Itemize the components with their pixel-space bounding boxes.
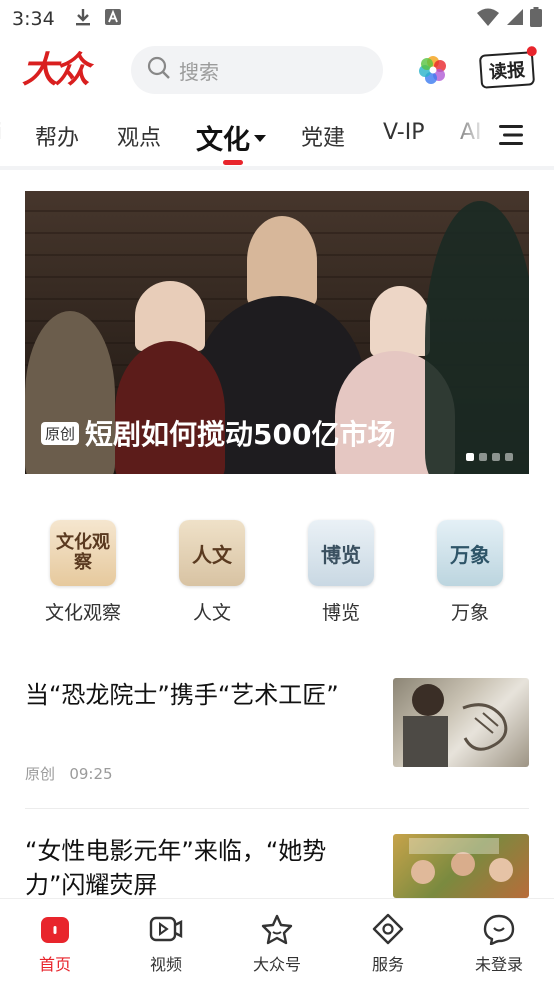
news-title: 当“恐龙院士”携手“艺术工匠” bbox=[25, 681, 339, 709]
original-badge: 原创 bbox=[41, 421, 80, 445]
nav-label: 视频 bbox=[149, 955, 182, 974]
news-title: “女性电影元年”来临，“她势力”闪耀荧屏 bbox=[25, 837, 327, 899]
tab-dangjian[interactable]: 党建 bbox=[301, 120, 345, 152]
figure-robe bbox=[115, 341, 225, 474]
tabs-fade bbox=[440, 108, 500, 164]
status-bar: 3:34 bbox=[0, 0, 554, 38]
nav-service[interactable]: 服务 bbox=[343, 913, 433, 975]
logo-text: 大众 bbox=[22, 49, 90, 91]
star-icon bbox=[260, 913, 294, 945]
service-icon bbox=[371, 913, 405, 945]
read-paper-label: 读报 bbox=[488, 59, 526, 84]
news-divider bbox=[25, 808, 529, 809]
sub-icon-text: 万象 bbox=[450, 542, 490, 567]
notification-dot bbox=[526, 45, 538, 57]
tab-vip[interactable]: V-IP bbox=[383, 120, 424, 145]
wifi-icon bbox=[476, 7, 500, 31]
nav-label: 服务 bbox=[371, 955, 404, 974]
sub-channel-wanxiang[interactable]: 万象 万象 bbox=[405, 520, 535, 625]
active-tab-indicator bbox=[223, 160, 243, 165]
tab-banban[interactable]: 帮办 bbox=[35, 120, 79, 152]
carousel-dot[interactable] bbox=[492, 453, 500, 461]
news-meta: 原创 09:25 bbox=[25, 763, 113, 784]
battery-icon bbox=[530, 7, 542, 31]
nav-profile[interactable]: 未登录 bbox=[454, 913, 544, 975]
figure-face bbox=[247, 216, 317, 306]
sub-icon-text: 博览 bbox=[321, 542, 361, 567]
sub-channels: 文化观察 文化观察 人文 人文 博览 博览 万象 万象 bbox=[0, 520, 554, 630]
nav-home[interactable]: 首页 bbox=[10, 913, 100, 975]
carousel-dot[interactable] bbox=[505, 453, 513, 461]
search-bar[interactable]: 搜索 bbox=[131, 46, 383, 94]
search-placeholder: 搜索 bbox=[179, 59, 219, 84]
tab-wenhua-label: 文化 bbox=[196, 125, 250, 156]
carousel-dots bbox=[466, 453, 513, 461]
news-time: 09:25 bbox=[69, 765, 113, 783]
expo-icon: 博览 bbox=[308, 520, 374, 586]
user-icon bbox=[482, 913, 516, 946]
nav-dazhonghao[interactable]: 大众号 bbox=[232, 913, 322, 975]
nav-label: 大众号 bbox=[252, 955, 301, 974]
search-icon bbox=[147, 56, 171, 84]
sub-channel-label: 万象 bbox=[450, 602, 489, 624]
separator bbox=[0, 166, 554, 170]
banner-caption: 原创 短剧如何搅动500亿市场 bbox=[41, 413, 395, 453]
chevron-down-icon bbox=[254, 135, 266, 142]
sub-channel-label: 文化观察 bbox=[44, 602, 121, 624]
status-time: 3:34 bbox=[12, 8, 55, 30]
carousel-dot[interactable] bbox=[479, 453, 487, 461]
news-source: 原创 bbox=[25, 765, 56, 783]
bottom-navigation: 首页 视频 大众号 服务 未登录 bbox=[0, 898, 554, 984]
sub-channel-bolan[interactable]: 博览 博览 bbox=[276, 520, 406, 625]
sub-channel-label: 博览 bbox=[321, 602, 360, 624]
sub-icon-text: 文化观察 bbox=[56, 532, 110, 573]
news-thumbnail bbox=[393, 678, 529, 767]
channel-tabs: i 帮办 观点 文化 党建 V-IP AI bbox=[0, 108, 554, 165]
hero-banner[interactable]: 原创 短剧如何搅动500亿市场 bbox=[25, 191, 529, 474]
tab-guandian[interactable]: 观点 bbox=[117, 120, 161, 152]
nav-label: 首页 bbox=[38, 955, 71, 974]
read-paper-button[interactable]: 读报 bbox=[478, 45, 538, 89]
news-thumbnail bbox=[393, 834, 529, 898]
sub-icon-text: 人文 bbox=[192, 542, 232, 567]
carousel-dot[interactable] bbox=[466, 453, 474, 461]
humanities-icon: 人文 bbox=[179, 520, 245, 586]
video-icon bbox=[149, 913, 183, 945]
app-header: 大众 搜索 读报 bbox=[0, 40, 554, 100]
panorama-icon: 万象 bbox=[437, 520, 503, 586]
download-icon bbox=[75, 8, 91, 30]
flower-icon[interactable] bbox=[418, 55, 448, 85]
tab-wenhua[interactable]: 文化 bbox=[196, 118, 266, 165]
news-item[interactable]: “女性电影元年”来临，“她势力”闪耀荧屏 bbox=[25, 834, 529, 904]
sub-channel-wenhua-guancha[interactable]: 文化观察 文化观察 bbox=[18, 520, 148, 625]
sub-channel-label: 人文 bbox=[192, 602, 231, 624]
figure-robe bbox=[425, 201, 529, 474]
sub-channel-renwen[interactable]: 人文 人文 bbox=[147, 520, 277, 625]
news-item[interactable]: 当“恐龙院士”携手“艺术工匠” 原创 09:25 bbox=[25, 678, 529, 788]
menu-icon[interactable] bbox=[499, 124, 523, 146]
text-icon bbox=[104, 9, 121, 29]
figure-face bbox=[370, 286, 430, 356]
culture-observe-icon: 文化观察 bbox=[50, 520, 116, 586]
home-icon bbox=[38, 913, 72, 945]
app-logo[interactable]: 大众 bbox=[22, 46, 102, 94]
nav-video[interactable]: 视频 bbox=[121, 913, 211, 975]
signal-icon bbox=[506, 8, 524, 30]
tab-partial[interactable]: i bbox=[0, 120, 4, 145]
nav-label: 未登录 bbox=[474, 955, 523, 974]
banner-title: 短剧如何搅动500亿市场 bbox=[85, 418, 396, 451]
